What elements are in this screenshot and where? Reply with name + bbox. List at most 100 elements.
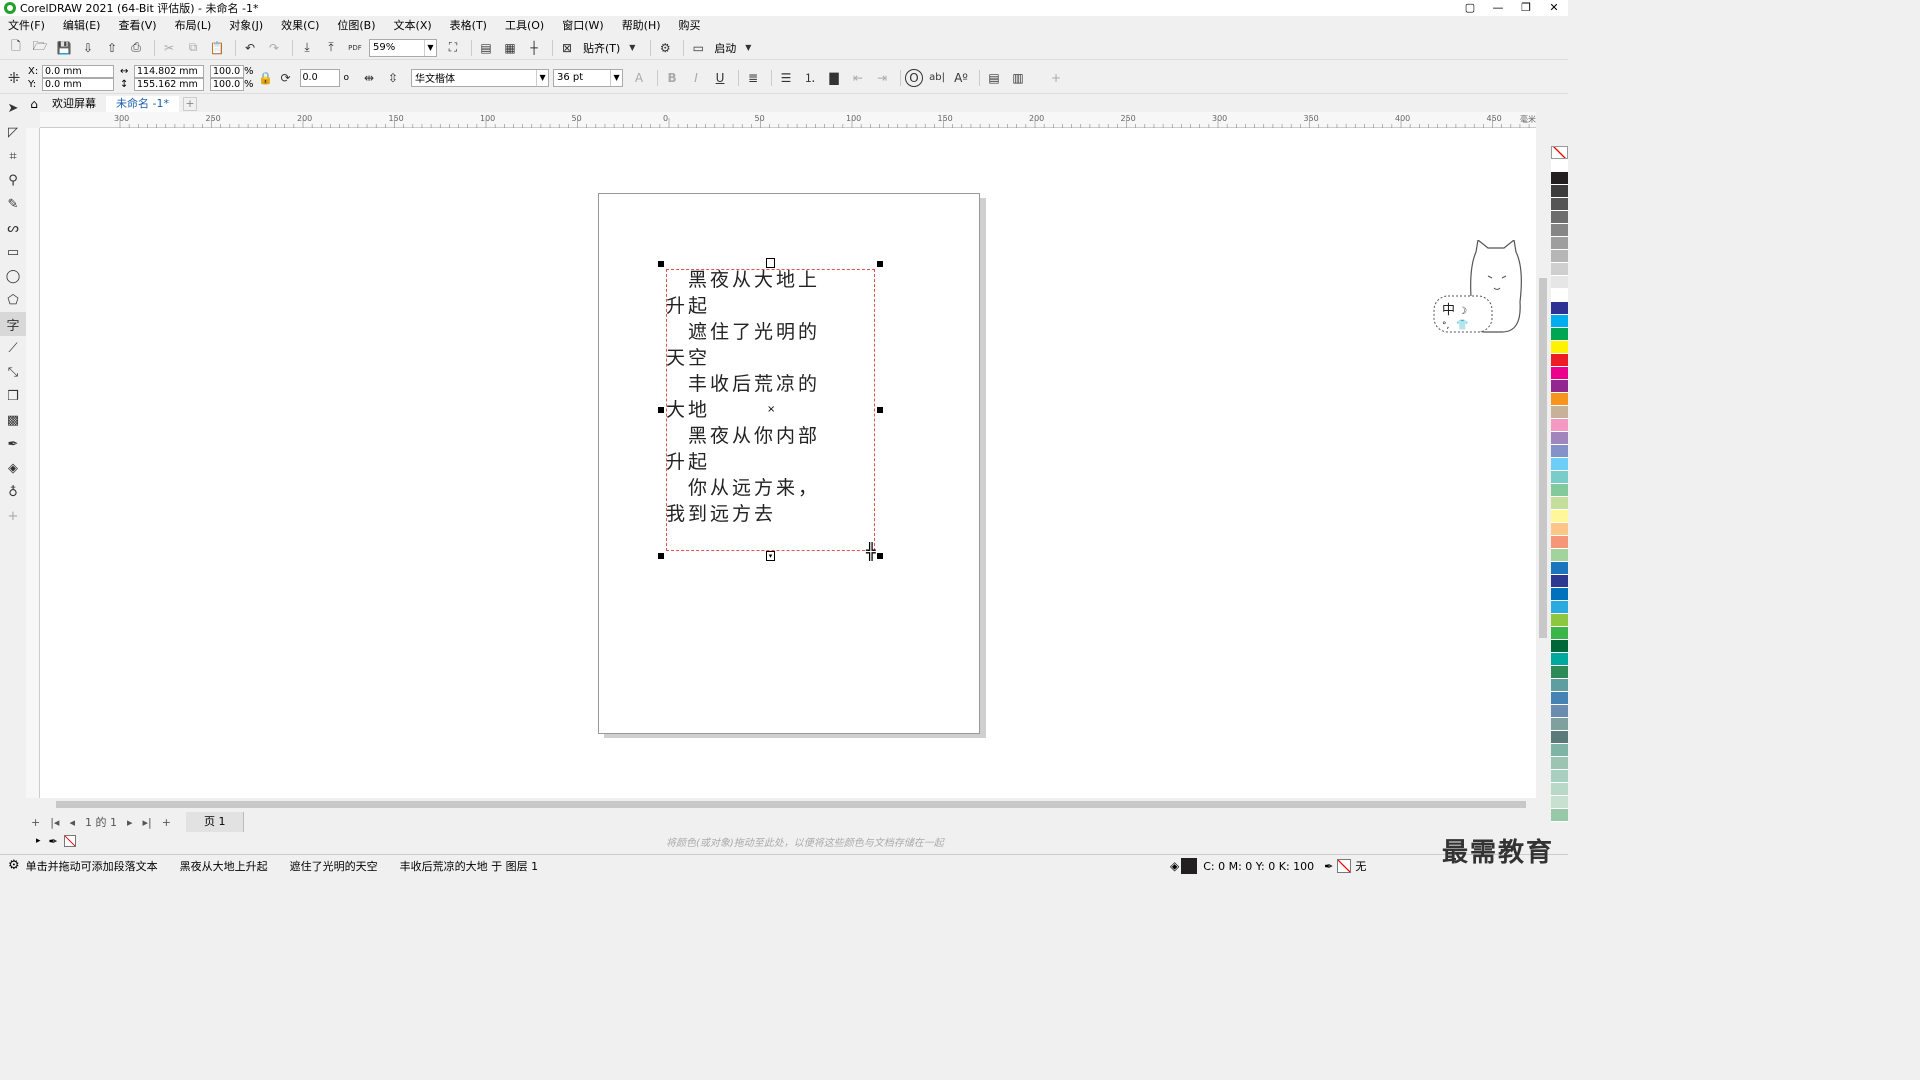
- color-swatch[interactable]: [1551, 237, 1568, 250]
- print-icon[interactable]: ⎙: [126, 39, 146, 57]
- color-swatch[interactable]: [1551, 302, 1568, 315]
- fill-icon[interactable]: ◈: [1170, 859, 1179, 873]
- color-swatch[interactable]: [1551, 367, 1568, 380]
- menu-bitmaps[interactable]: 位图(B): [337, 17, 375, 33]
- menu-layout[interactable]: 布局(L): [175, 17, 212, 33]
- full-screen-icon[interactable]: ⛶: [443, 39, 463, 57]
- menu-view[interactable]: 查看(V): [118, 17, 156, 33]
- numbered-list-icon[interactable]: ⒈: [800, 69, 820, 87]
- selection-handle-bottom-right[interactable]: [877, 553, 883, 559]
- color-swatch[interactable]: [1551, 757, 1568, 770]
- selection-handle-bottom-left[interactable]: [658, 553, 664, 559]
- open-icon[interactable]: 🗁: [30, 39, 50, 57]
- color-swatch[interactable]: [1551, 432, 1568, 445]
- color-swatch[interactable]: [1551, 731, 1568, 744]
- fill-color-swatch[interactable]: [1181, 858, 1198, 874]
- vertical-text-icon[interactable]: ▥: [1008, 69, 1028, 87]
- color-swatch[interactable]: [1551, 653, 1568, 666]
- color-swatch[interactable]: [1551, 276, 1568, 289]
- eyedropper-icon[interactable]: ✒: [49, 835, 58, 848]
- menu-help[interactable]: 帮助(H): [622, 17, 661, 33]
- show-guidelines-icon[interactable]: ┼: [524, 39, 544, 57]
- pick-tool-icon[interactable]: ➤: [0, 96, 26, 120]
- x-position-field[interactable]: 0.0 mm: [42, 64, 114, 78]
- outline-pen-icon[interactable]: ✒: [1324, 860, 1333, 873]
- text-frame-top-tab[interactable]: [766, 258, 775, 268]
- color-swatch[interactable]: [1551, 263, 1568, 276]
- color-swatch[interactable]: [1551, 510, 1568, 523]
- undo-icon[interactable]: ↶: [240, 39, 260, 57]
- menu-object[interactable]: 对象(J): [229, 17, 263, 33]
- color-swatch[interactable]: [1551, 809, 1568, 822]
- color-swatch[interactable]: [1551, 341, 1568, 354]
- ime-cat-mascot-icon[interactable]: 中 ☽ °, 👕: [1432, 240, 1544, 336]
- color-swatch[interactable]: [1551, 718, 1568, 731]
- connector-tool-icon[interactable]: ⤡: [0, 360, 26, 384]
- paste-icon[interactable]: 📋: [207, 39, 227, 57]
- color-swatch[interactable]: [1551, 315, 1568, 328]
- menu-edit[interactable]: 编辑(E): [63, 17, 101, 33]
- font-list-select[interactable]: 华文楷体 ▼: [411, 68, 550, 87]
- height-field[interactable]: 155.162 mm: [134, 77, 204, 91]
- decrease-indent-icon[interactable]: ⇤: [848, 69, 868, 87]
- color-swatch[interactable]: [1551, 523, 1568, 536]
- eyedropper-tool-icon[interactable]: ✒: [0, 432, 26, 456]
- font-size-icon[interactable]: A: [629, 69, 649, 87]
- crop-tool-icon[interactable]: ⌗: [0, 144, 26, 168]
- vertical-ruler[interactable]: [26, 128, 40, 798]
- polygon-tool-icon[interactable]: ⬠: [0, 288, 26, 312]
- lock-ratio-icon[interactable]: 🔒: [258, 69, 273, 87]
- color-swatch[interactable]: [1551, 471, 1568, 484]
- opentype-icon[interactable]: O: [905, 68, 924, 87]
- mirror-horizontal-icon[interactable]: ⇹: [359, 69, 379, 87]
- text-properties-icon[interactable]: Aº: [951, 69, 971, 87]
- expand-arrow-icon[interactable]: ▸: [36, 836, 41, 846]
- zoom-tool-icon[interactable]: ⚲: [0, 168, 26, 192]
- tab-welcome-screen[interactable]: 欢迎屏幕: [42, 96, 106, 112]
- color-swatch[interactable]: [1551, 640, 1568, 653]
- color-swatch[interactable]: [1551, 406, 1568, 419]
- add-tool-icon[interactable]: +: [0, 504, 26, 528]
- export-icon[interactable]: ⤒: [321, 39, 341, 57]
- selection-handle-mid-right[interactable]: [877, 407, 883, 413]
- underline-icon[interactable]: U: [710, 69, 730, 87]
- selection-handle-top-right[interactable]: [877, 261, 883, 267]
- transparency-tool-icon[interactable]: ▩: [0, 408, 26, 432]
- close-button[interactable]: ✕: [1540, 0, 1568, 16]
- color-swatch[interactable]: [1551, 549, 1568, 562]
- color-swatch[interactable]: [1551, 159, 1568, 172]
- color-swatch[interactable]: [1551, 224, 1568, 237]
- color-swatch[interactable]: [1551, 445, 1568, 458]
- add-page-before-icon[interactable]: +: [31, 816, 40, 829]
- previous-page-icon[interactable]: ◂: [69, 816, 75, 829]
- rotation-center-icon[interactable]: ×: [767, 404, 775, 415]
- reference-point-icon[interactable]: ⁜: [4, 69, 24, 87]
- text-frame-bottom-tab[interactable]: ▾: [766, 551, 775, 561]
- color-swatch[interactable]: [1551, 289, 1568, 302]
- first-page-icon[interactable]: |◂: [50, 816, 59, 829]
- account-icon[interactable]: ▢: [1456, 0, 1484, 16]
- add-icon[interactable]: +: [1046, 69, 1066, 87]
- snap-off-icon[interactable]: ⊠: [557, 39, 577, 57]
- cut-icon[interactable]: ✂: [159, 39, 179, 57]
- color-swatch[interactable]: [1551, 705, 1568, 718]
- restore-button[interactable]: ❐: [1512, 0, 1540, 16]
- drawing-canvas[interactable]: 黑夜从大地上 升起 遮住了光明的 天空 丰收后荒凉的 大地 黑夜从你内部 升起 …: [40, 128, 1536, 798]
- color-swatch[interactable]: [1551, 536, 1568, 549]
- color-swatch[interactable]: [1551, 250, 1568, 263]
- color-swatch[interactable]: [1551, 198, 1568, 211]
- color-swatch[interactable]: [1551, 614, 1568, 627]
- tab-untitled-document[interactable]: 未命名 -1*: [106, 96, 179, 112]
- cloud-upload-icon[interactable]: ⇧: [102, 39, 122, 57]
- width-field[interactable]: 114.802 mm: [134, 64, 204, 78]
- color-swatch[interactable]: [1551, 354, 1568, 367]
- options-gear-icon[interactable]: ⚙: [655, 39, 675, 57]
- color-swatch[interactable]: [1551, 497, 1568, 510]
- menu-effects[interactable]: 效果(C): [281, 17, 319, 33]
- outline-color-swatch[interactable]: [1337, 859, 1352, 873]
- drop-shadow-tool-icon[interactable]: ❒: [0, 384, 26, 408]
- rotation-angle-field[interactable]: 0.0: [299, 68, 340, 87]
- smart-fill-tool-icon[interactable]: ♁: [0, 480, 26, 504]
- color-swatch[interactable]: [1551, 419, 1568, 432]
- color-swatch[interactable]: [1551, 744, 1568, 757]
